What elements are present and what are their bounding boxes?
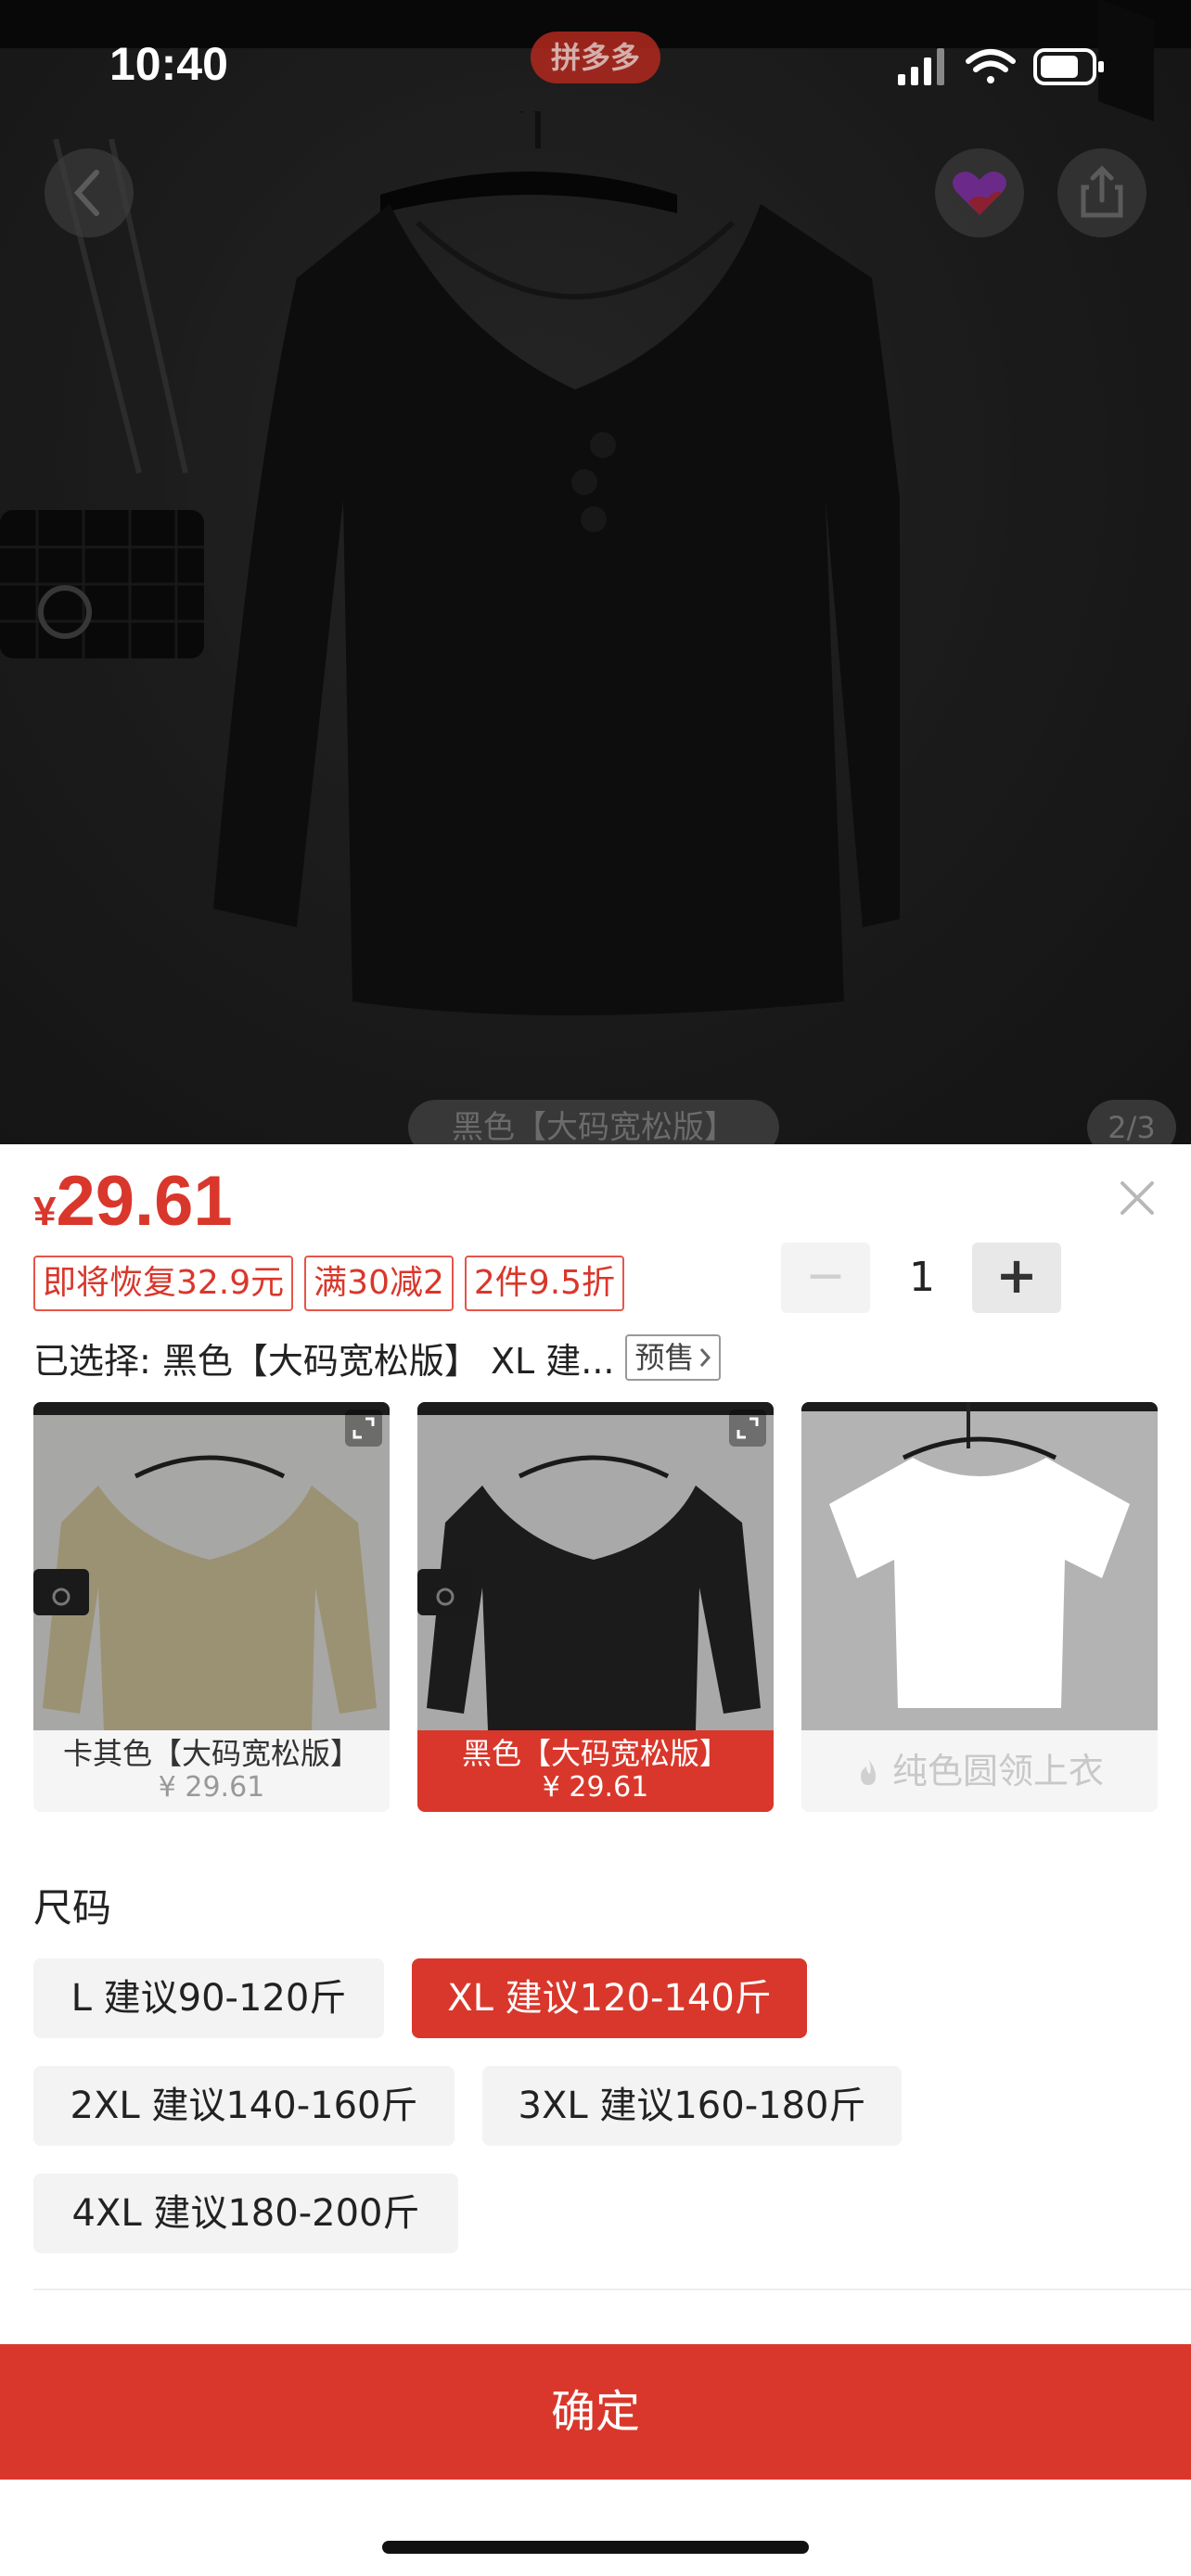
variant-option-khaki[interactable]: 卡其色【大码宽松版】 ¥ 29.61 <box>33 1402 390 1812</box>
status-bar: 10:40 拼多多 <box>0 0 1191 139</box>
selected-spec-text: 已选择: 黑色【大码宽松版】 XL 建... <box>33 1340 615 1382</box>
wifi-icon <box>966 49 1016 83</box>
variant-label: 卡其色【大码宽松版】 <box>62 1736 360 1771</box>
home-indicator[interactable] <box>382 2541 809 2554</box>
size-option-2xl[interactable]: 2XL 建议140-160斤 <box>33 2066 455 2146</box>
increase-quantity-button[interactable]: + <box>972 1243 1061 1313</box>
price: ¥29.61 <box>33 1161 233 1242</box>
flame-icon <box>860 1759 876 1785</box>
size-section-title: 尺码 <box>33 1885 112 1931</box>
variant-price: ¥ 29.61 <box>542 1771 649 1804</box>
variant-price: ¥ 29.61 <box>158 1771 265 1804</box>
promo-tag: 2件9.5折 <box>464 1256 625 1311</box>
app-logo-badge: 拼多多 <box>531 32 660 83</box>
close-icon[interactable] <box>1117 1178 1158 1218</box>
sku-selector-sheet: ¥29.61 即将恢复32.9元 满30减2 2件9.5折 − 1 + 已选择:… <box>0 1144 1191 2576</box>
status-time: 10:40 <box>109 38 228 90</box>
black-shirt-thumbnail <box>417 1402 774 1730</box>
back-button[interactable] <box>45 148 134 237</box>
variant-label: 纯色圆领上衣 <box>892 1751 1105 1792</box>
cellular-signal-icon <box>898 48 944 85</box>
currency-symbol: ¥ <box>33 1189 57 1234</box>
expand-icon[interactable] <box>345 1409 382 1447</box>
size-option-4xl[interactable]: 4XL 建议180-200斤 <box>33 2174 458 2253</box>
chevron-right-icon <box>699 1348 711 1367</box>
chevron-left-icon <box>73 170 99 216</box>
share-icon <box>1081 165 1123 218</box>
variant-option-white-tee[interactable]: 纯色圆领上衣 <box>801 1402 1158 1812</box>
color-variant-list: 卡其色【大码宽松版】 ¥ 29.61 黑色【大码宽松版】 ¥ 29.61 纯色圆… <box>33 1402 1158 1812</box>
khaki-shirt-thumbnail <box>33 1402 390 1730</box>
promo-tags: 即将恢复32.9元 满30减2 2件9.5折 <box>33 1256 625 1311</box>
divider <box>33 2289 1191 2290</box>
expand-icon[interactable] <box>729 1409 766 1447</box>
size-option-xl[interactable]: XL 建议120-140斤 <box>412 1958 807 2038</box>
status-icons <box>898 48 1104 85</box>
price-value: 29.61 <box>56 1162 233 1241</box>
decrease-quantity-button[interactable]: − <box>781 1243 870 1313</box>
heart-icon <box>953 172 1006 215</box>
quantity-stepper: − 1 + <box>781 1243 1061 1313</box>
quantity-value[interactable]: 1 <box>870 1243 974 1313</box>
size-option-3xl[interactable]: 3XL 建议160-180斤 <box>482 2066 902 2146</box>
presale-label: 预售 <box>634 1340 695 1375</box>
share-button[interactable] <box>1057 148 1146 237</box>
white-tee-thumbnail <box>801 1402 1158 1730</box>
size-option-l[interactable]: L 建议90-120斤 <box>33 1958 384 2038</box>
battery-icon <box>1033 48 1104 85</box>
variant-label: 黑色【大码宽松版】 <box>461 1736 729 1771</box>
confirm-button[interactable]: 确定 <box>0 2344 1191 2480</box>
favorite-button[interactable] <box>935 148 1024 237</box>
image-caption: 黑色【大码宽松版】 <box>408 1100 779 1146</box>
variant-option-black[interactable]: 黑色【大码宽松版】 ¥ 29.61 <box>417 1402 774 1812</box>
image-page-indicator: 2/3 <box>1087 1100 1176 1146</box>
variant-name-unavailable: 纯色圆领上衣 <box>801 1730 1158 1812</box>
selected-summary: 已选择: 黑色【大码宽松版】 XL 建... 预售 <box>33 1330 721 1385</box>
promo-tag: 即将恢复32.9元 <box>33 1256 294 1311</box>
presale-badge[interactable]: 预售 <box>625 1334 721 1381</box>
promo-tag: 满30减2 <box>304 1256 454 1311</box>
